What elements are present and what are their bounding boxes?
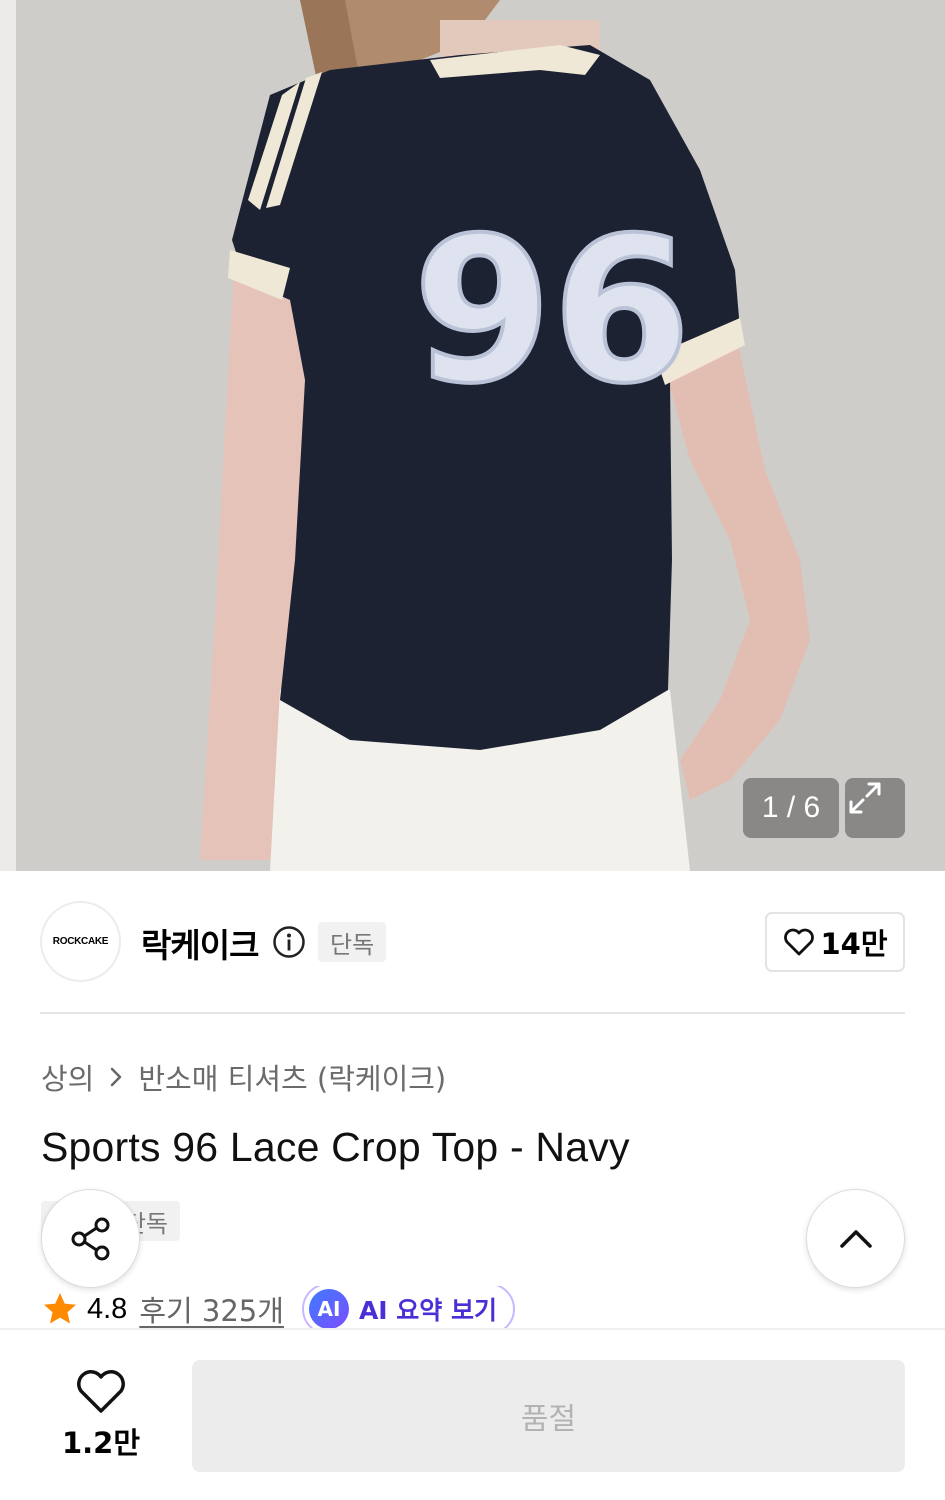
brand-row: ROCKCAKE 락케이크 단독 14만 <box>40 901 905 983</box>
exclusive-badge: 단독 <box>318 922 387 962</box>
brand-name[interactable]: 락케이크 <box>141 919 259 967</box>
photo-counter: 1 / 6 <box>743 778 839 838</box>
rating-value: 4.8 <box>87 1292 128 1325</box>
review-count-link[interactable]: 후기 325개 <box>139 1288 284 1330</box>
divider <box>40 1012 905 1014</box>
star-icon <box>44 1293 76 1324</box>
share-icon <box>71 1217 109 1260</box>
product-number-print: 96 <box>413 195 691 428</box>
rating-row: 4.8 후기 325개 AI AI 요약 보기 <box>41 1286 641 1332</box>
product-photo: 96 <box>0 0 945 871</box>
heart-icon <box>77 1370 125 1413</box>
chevron-right-icon <box>111 1067 122 1087</box>
brand-logo[interactable]: ROCKCAKE <box>40 901 121 982</box>
ai-summary-label: AI 요약 보기 <box>358 1296 498 1325</box>
ai-summary-button[interactable]: AI AI 요약 보기 <box>301 1286 516 1332</box>
product-image[interactable]: 96 1 / 6 <box>0 0 945 871</box>
wishlist-count: 1.2만 <box>61 1426 141 1460</box>
breadcrumb-category[interactable]: 상의 <box>41 1056 94 1098</box>
info-icon[interactable] <box>272 925 306 959</box>
ai-chip-icon: AI <box>308 1289 349 1329</box>
scroll-top-button[interactable] <box>806 1189 905 1288</box>
wishlist-button[interactable]: 1.2만 <box>52 1368 150 1462</box>
brand-logo-text: ROCKCAKE <box>52 936 109 947</box>
brand-like-count: 14만 <box>820 927 888 961</box>
brand-like-button[interactable]: 14만 <box>765 912 905 972</box>
bottom-action-bar: 1.2만 품절 <box>0 1328 945 1500</box>
breadcrumb-subcategory[interactable]: 반소매 티셔츠 (락케이크) <box>138 1056 446 1098</box>
product-title: Sports 96 Lace Crop Top - Navy <box>41 1124 630 1170</box>
breadcrumb: 상의 반소매 티셔츠 (락케이크) <box>41 1056 446 1098</box>
chevron-up-icon <box>839 1229 872 1248</box>
share-button[interactable] <box>41 1189 140 1288</box>
expand-button[interactable] <box>845 778 905 838</box>
heart-icon <box>784 928 815 956</box>
sold-out-button[interactable]: 품절 <box>192 1360 905 1472</box>
expand-icon <box>849 782 881 814</box>
